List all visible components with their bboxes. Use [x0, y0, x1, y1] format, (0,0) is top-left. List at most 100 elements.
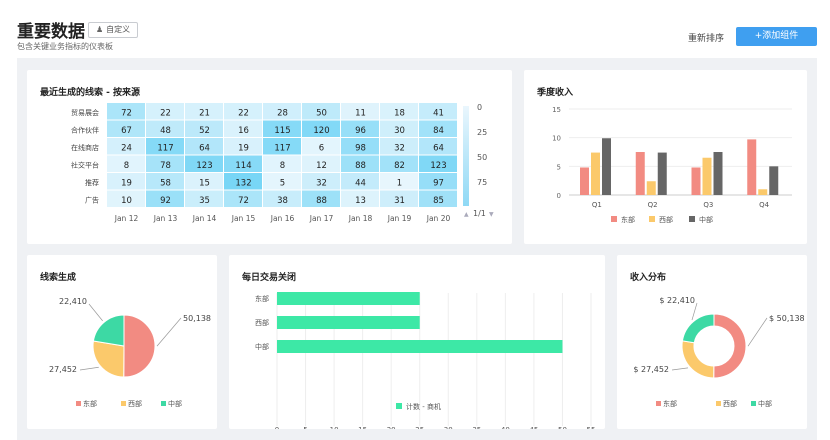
heatmap-cell-label: 72: [121, 108, 132, 118]
legend-label: 计数 - 商机: [406, 402, 441, 411]
revenue-distribution-panel[interactable]: 收入分布 $ 50,138 $ 27,452 $ 22,410 东部 西部 中部: [617, 255, 807, 429]
heatmap-cell-label: 64: [199, 143, 210, 153]
heatmap-cell-label: 117: [274, 143, 290, 153]
y-tick-label: 5: [557, 163, 561, 171]
heatmap-cell-label: 88: [316, 196, 327, 206]
legend-swatch: [76, 401, 81, 406]
heatmap-cell-label: 32: [316, 178, 327, 188]
heatmap-cell-label: 35: [199, 196, 210, 206]
heatmap-cell-label: 1: [397, 178, 402, 188]
heatmap-cell-label: 97: [433, 178, 444, 188]
pie-value-label: $ 27,452: [633, 365, 669, 374]
x-tick-label: Q2: [648, 201, 658, 209]
quarterly-revenue-panel[interactable]: 季度收入 0 5 10 15 Q1 Q2 Q3 Q4 东部 西部 中部: [524, 70, 807, 244]
heatmap-cell-label: 52: [199, 126, 210, 136]
pager-down-icon: ▼: [489, 211, 494, 218]
deals-bar: [277, 292, 420, 305]
legend-swatch: [689, 216, 695, 222]
revenue-bar: [713, 152, 723, 195]
x-tick-label: 55: [587, 426, 596, 429]
heatmap-cell-label: 22: [238, 108, 249, 118]
revenue-bar: [702, 157, 712, 195]
quarterly-revenue-chart: 0 5 10 15 Q1 Q2 Q3 Q4 东部 西部 中部: [552, 106, 792, 224]
page-subtitle: 包含关键业务指标的仪表板: [17, 42, 113, 51]
heatmap-cell-label: 72: [238, 196, 249, 206]
y-tick-label: 西部: [255, 318, 269, 327]
y-tick-label: 东部: [255, 294, 269, 303]
heatmap-column-label: Jan 20: [426, 214, 451, 223]
legend-swatch: [716, 401, 721, 406]
pie-leader-line: [88, 303, 103, 322]
pie-slice: [92, 314, 125, 347]
heatmap-row-label: 在线商店: [71, 143, 99, 152]
x-tick-label: 10: [330, 426, 339, 429]
heatmap-cell-label: 28: [277, 108, 288, 118]
pie-value-label: $ 50,138: [769, 314, 805, 323]
heatmap-cell-label: 13: [355, 196, 366, 206]
heatmap-cell-label: 5: [280, 178, 285, 188]
reorder-button[interactable]: 重新排序: [688, 31, 724, 44]
revenue-bar: [758, 189, 768, 195]
heatmap-cell-label: 114: [235, 161, 251, 171]
leads-heatmap-panel[interactable]: 最近生成的线索 - 按来源 贸易展会 72 22 21 22 28 50 11 18 41 合作伙伴…: [27, 70, 512, 244]
pie-value-label: 27,452: [49, 365, 77, 374]
revenue-bar: [635, 152, 645, 195]
legend-label: 西部: [723, 399, 737, 408]
heatmap-cell-label: 123: [196, 161, 212, 171]
leads-heatmap-chart: 贸易展会 72 22 21 22 28 50 11 18 41合作伙伴 67 48 52 16 115 120…: [71, 103, 494, 223]
pie-slice: [713, 313, 747, 379]
pie-leader-line: [671, 367, 689, 371]
x-tick-label: 35: [472, 426, 481, 429]
heatmap-cell-label: 132: [235, 178, 251, 188]
heatmap-cell-label: 115: [274, 126, 290, 136]
heatmap-row-label: 贸易展会: [71, 108, 99, 117]
heatmap-cell-label: 18: [394, 108, 405, 118]
y-tick-label: 15: [552, 106, 561, 114]
daily-deals-chart: 0 5 10 15 20 25 30 35 40 45 50 55 东部西部中部计数 - 商机: [255, 292, 596, 429]
customize-button[interactable]: ♟ 自定义: [88, 22, 139, 38]
leads-generated-chart: 50,138 27,452 22,410 东部 西部 中部: [49, 297, 211, 408]
x-tick-label: Q1: [592, 201, 602, 209]
heatmap-cell-label: 8: [124, 161, 129, 171]
x-tick-label: 0: [275, 426, 279, 429]
heatmap-cell-label: 50: [316, 108, 327, 118]
heatmap-scale-label: 0: [477, 103, 482, 112]
y-tick-label: 10: [552, 135, 561, 143]
heatmap-row-label: 推荐: [85, 178, 99, 187]
pie-leader-line: [156, 317, 182, 347]
heatmap-cell-label: 41: [433, 108, 444, 118]
deals-bar: [277, 316, 420, 329]
pie-value-label: 50,138: [183, 314, 211, 323]
heatmap-cell-label: 19: [238, 143, 249, 153]
heatmap-row-label: 广告: [85, 195, 99, 204]
legend-label: 中部: [168, 399, 182, 408]
legend-swatch: [396, 403, 402, 409]
heatmap-cell-label: 96: [355, 126, 366, 136]
pie-leader-line: [79, 366, 99, 371]
heatmap-cell-label: 24: [121, 143, 132, 153]
add-widget-button[interactable]: +添加组件: [736, 27, 817, 46]
daily-deals-panel[interactable]: 每日交易关闭 0510152025303540455055东部西部中部计数 - …: [229, 255, 605, 429]
x-tick-label: Q3: [703, 201, 713, 209]
heatmap-cell-label: 85: [433, 196, 444, 206]
heatmap-cell-label: 32: [394, 143, 405, 153]
x-tick-label: 40: [501, 426, 510, 429]
revenue-distribution-chart: $ 50,138 $ 27,452 $ 22,410 东部 西部 中部: [633, 296, 805, 408]
heatmap-column-label: Jan 12: [114, 214, 139, 223]
legend-label: 东部: [663, 399, 677, 408]
legend-label: 西部: [659, 215, 673, 224]
heatmap-cell-label: 82: [394, 161, 405, 171]
revenue-bar: [591, 152, 600, 195]
heatmap-cell-label: 11: [355, 108, 366, 118]
heatmap-cell-label: 16: [238, 126, 249, 136]
pie-slice: [681, 313, 715, 344]
revenue-bar: [747, 139, 757, 195]
pie-value-label: 22,410: [59, 297, 87, 306]
heatmap-cell-label: 8: [280, 161, 285, 171]
heatmap-pager-label: 1/1: [473, 209, 486, 218]
x-tick-label: 25: [415, 426, 424, 429]
leads-generated-panel[interactable]: 线索生成 50,138 27,452 22,410 东部 西部 中部: [27, 255, 217, 429]
legend-swatch: [161, 401, 166, 406]
heatmap-cell-label: 117: [157, 143, 173, 153]
legend-label: 中部: [699, 215, 713, 224]
